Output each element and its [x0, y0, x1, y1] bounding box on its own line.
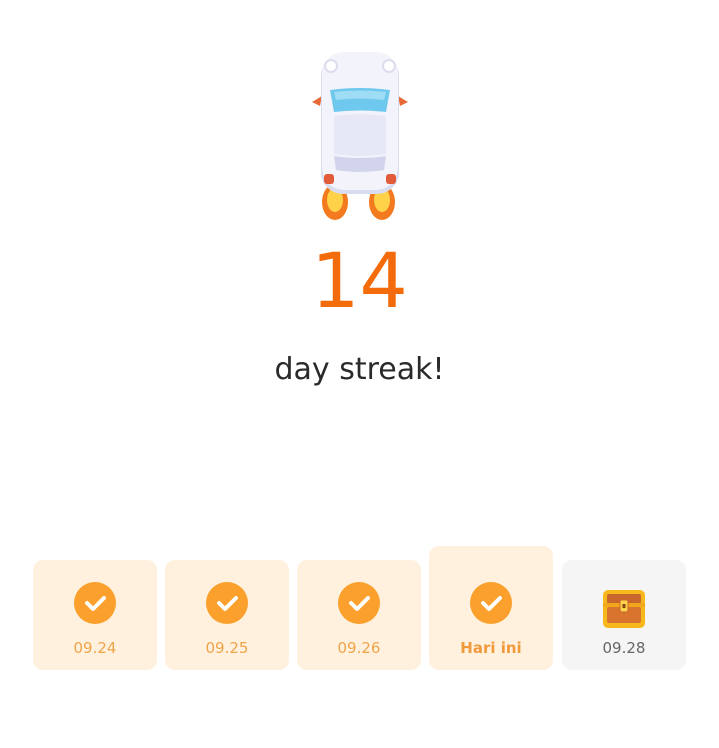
day-card-2: 09.25 — [165, 560, 289, 670]
day-label: 09.25 — [205, 639, 249, 657]
streak-count: 14 — [311, 236, 408, 325]
day-label: 09.28 — [602, 639, 646, 657]
day-card-today: Hari ini — [429, 546, 553, 670]
day-label-today: Hari ini — [460, 639, 522, 657]
rocket-car-icon — [300, 46, 420, 226]
treasure-chest-icon — [601, 588, 647, 630]
check-circle-icon — [470, 582, 512, 624]
day-label: 09.26 — [337, 639, 381, 657]
check-circle-icon — [206, 582, 248, 624]
day-card-1: 09.24 — [33, 560, 157, 670]
check-circle-icon — [338, 582, 380, 624]
streak-label: day streak! — [274, 352, 445, 387]
day-card-3: 09.26 — [297, 560, 421, 670]
check-circle-icon — [74, 582, 116, 624]
day-card-reward: 09.28 — [562, 560, 686, 670]
day-label: 09.24 — [73, 639, 117, 657]
